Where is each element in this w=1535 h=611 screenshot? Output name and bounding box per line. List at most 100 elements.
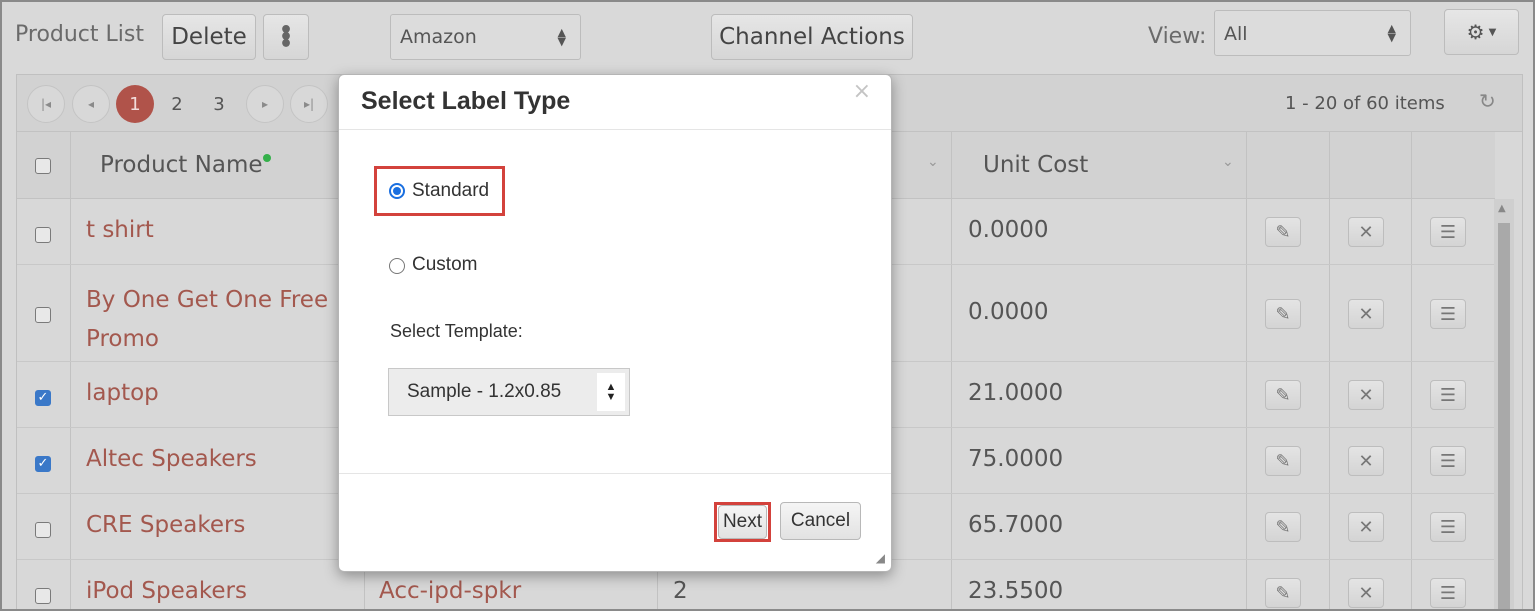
- quantity: 2: [673, 578, 688, 604]
- caret-down-icon: ▼: [1488, 26, 1497, 38]
- close-icon: ✕: [1358, 582, 1374, 604]
- template-label: Select Template:: [390, 321, 523, 341]
- close-icon: ✕: [1358, 516, 1374, 538]
- edit-button[interactable]: ✎: [1265, 217, 1301, 247]
- hamburger-icon: ☰: [1439, 450, 1457, 472]
- row-checkbox[interactable]: [35, 588, 51, 604]
- chevron-down-icon[interactable]: ⌄: [1222, 154, 1234, 170]
- last-page-icon[interactable]: ▸|: [290, 85, 328, 123]
- select-arrows-icon: ▲ ▼: [1387, 22, 1396, 44]
- product-name-link[interactable]: laptop: [86, 380, 159, 406]
- edit-button[interactable]: ✎: [1265, 578, 1301, 608]
- next-button[interactable]: Next: [718, 505, 767, 539]
- pencil-icon: ✎: [1275, 303, 1291, 325]
- row-checkbox[interactable]: ✓: [35, 390, 51, 406]
- pencil-icon: ✎: [1275, 516, 1291, 538]
- dialog-title: Select Label Type: [361, 87, 571, 115]
- pager-summary: 1 - 20 of 60 items: [1285, 93, 1445, 114]
- page-2[interactable]: 2: [158, 85, 196, 123]
- prev-page-icon[interactable]: ◂: [72, 85, 110, 123]
- delete-row-button[interactable]: ✕: [1348, 299, 1384, 329]
- delete-button[interactable]: Delete: [162, 14, 256, 60]
- row-menu-button[interactable]: ☰: [1430, 217, 1466, 247]
- kebab-icon: • • •: [278, 17, 294, 57]
- hamburger-icon: ☰: [1439, 303, 1457, 325]
- row-checkbox[interactable]: ✓: [35, 456, 51, 472]
- scroll-up-icon[interactable]: ▲: [1498, 203, 1506, 214]
- resize-handle-icon[interactable]: ◢: [876, 551, 885, 565]
- status-dot-icon: [262, 154, 271, 162]
- template-select[interactable]: Sample - 1.2x0.85 ▲ ▼: [388, 368, 630, 416]
- unit-cost: 0.0000: [968, 299, 1049, 325]
- channel-actions-button[interactable]: Channel Actions: [711, 14, 913, 60]
- custom-radio[interactable]: [389, 258, 405, 274]
- channel-select[interactable]: Amazon ▲ ▼: [390, 14, 581, 60]
- page-3[interactable]: 3: [200, 85, 238, 123]
- product-name-link[interactable]: CRE Speakers: [86, 512, 245, 538]
- scrollbar-thumb[interactable]: [1498, 223, 1510, 609]
- select-arrows-icon: ▲ ▼: [597, 373, 625, 411]
- standard-label[interactable]: Standard: [412, 180, 489, 202]
- cancel-button[interactable]: Cancel: [780, 502, 861, 540]
- hamburger-icon: ☰: [1439, 221, 1457, 243]
- vertical-scrollbar[interactable]: ▲: [1494, 199, 1514, 609]
- row-menu-button[interactable]: ☰: [1430, 512, 1466, 542]
- app-frame: Product List Delete • • • Amazon ▲ ▼ Channe…: [0, 0, 1535, 611]
- row-checkbox[interactable]: [35, 227, 51, 243]
- delete-row-button[interactable]: ✕: [1348, 217, 1384, 247]
- edit-button[interactable]: ✎: [1265, 380, 1301, 410]
- page-title: Product List: [15, 22, 144, 47]
- delete-row-button[interactable]: ✕: [1348, 446, 1384, 476]
- chevron-down-icon[interactable]: ⌄: [927, 154, 939, 170]
- row-menu-button[interactable]: ☰: [1430, 578, 1466, 608]
- product-name-link[interactable]: t shirt: [86, 217, 154, 243]
- unit-cost: 23.5500: [968, 578, 1064, 604]
- sku-link[interactable]: Acc-ipd-spkr: [379, 578, 521, 604]
- first-page-icon[interactable]: |◂: [27, 85, 65, 123]
- edit-button[interactable]: ✎: [1265, 512, 1301, 542]
- delete-row-button[interactable]: ✕: [1348, 512, 1384, 542]
- standard-radio[interactable]: [389, 183, 405, 199]
- next-page-icon[interactable]: ▸: [246, 85, 284, 123]
- settings-button[interactable]: ⚙ ▼: [1444, 9, 1519, 55]
- hamburger-icon: ☰: [1439, 516, 1457, 538]
- close-icon: ✕: [1358, 450, 1374, 472]
- close-icon: ✕: [1358, 221, 1374, 243]
- view-label: View:: [1148, 24, 1207, 49]
- custom-label[interactable]: Custom: [412, 254, 477, 276]
- pencil-icon: ✎: [1275, 582, 1291, 604]
- close-icon[interactable]: ×: [853, 79, 871, 104]
- template-select-value: Sample - 1.2x0.85: [407, 381, 562, 402]
- select-all-checkbox[interactable]: [35, 158, 51, 174]
- view-select-value: All: [1224, 23, 1248, 45]
- delete-row-button[interactable]: ✕: [1348, 380, 1384, 410]
- view-select[interactable]: All ▲ ▼: [1214, 10, 1411, 56]
- unit-cost: 21.0000: [968, 380, 1064, 406]
- edit-button[interactable]: ✎: [1265, 446, 1301, 476]
- row-checkbox[interactable]: [35, 307, 51, 323]
- product-name-link[interactable]: iPod Speakers: [86, 578, 247, 604]
- row-menu-button[interactable]: ☰: [1430, 299, 1466, 329]
- header-product-name[interactable]: Product Name: [100, 152, 271, 178]
- pencil-icon: ✎: [1275, 450, 1291, 472]
- hamburger-icon: ☰: [1439, 582, 1457, 604]
- row-checkbox[interactable]: [35, 522, 51, 538]
- edit-button[interactable]: ✎: [1265, 299, 1301, 329]
- pencil-icon: ✎: [1275, 384, 1291, 406]
- product-name-link[interactable]: By One Get One Free Promo: [86, 281, 328, 359]
- header-unit-cost[interactable]: Unit Cost: [983, 152, 1088, 178]
- hamburger-icon: ☰: [1439, 384, 1457, 406]
- delete-row-button[interactable]: ✕: [1348, 578, 1384, 608]
- product-name-link[interactable]: Altec Speakers: [86, 446, 257, 472]
- row-menu-button[interactable]: ☰: [1430, 380, 1466, 410]
- more-options-button[interactable]: • • •: [263, 14, 309, 60]
- page-1[interactable]: 1: [116, 85, 154, 123]
- select-arrows-icon: ▲ ▼: [557, 26, 566, 48]
- close-icon: ✕: [1358, 303, 1374, 325]
- refresh-icon[interactable]: ↻: [1479, 89, 1496, 113]
- unit-cost: 75.0000: [968, 446, 1064, 472]
- row-menu-button[interactable]: ☰: [1430, 446, 1466, 476]
- unit-cost: 65.7000: [968, 512, 1064, 538]
- select-label-type-dialog: Select Label Type × Standard Custom Sele…: [338, 74, 892, 572]
- unit-cost: 0.0000: [968, 217, 1049, 243]
